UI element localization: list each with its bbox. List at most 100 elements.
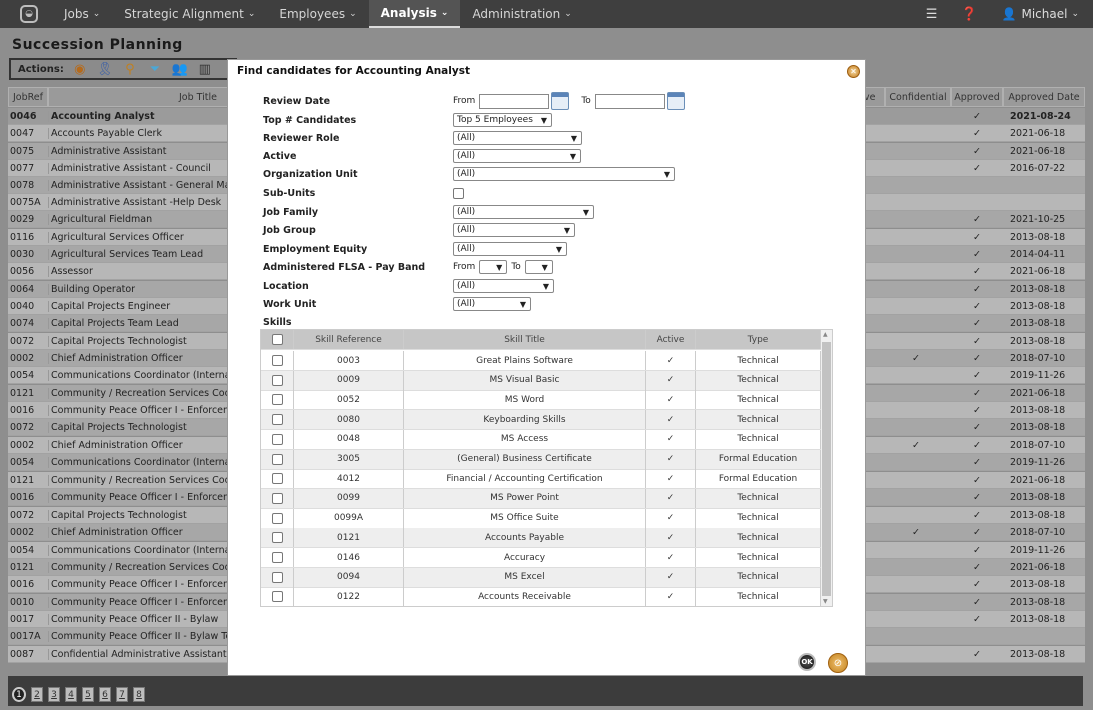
col-header-type[interactable]: Type bbox=[696, 330, 821, 349]
col-header-approved-date[interactable]: Approved Date bbox=[1003, 87, 1085, 107]
skill-checkbox[interactable] bbox=[271, 453, 283, 465]
skill-checkbox[interactable] bbox=[271, 473, 283, 485]
skill-checkbox[interactable] bbox=[271, 355, 283, 366]
page-4-button[interactable]: 4 bbox=[65, 687, 77, 702]
review-date-to-input[interactable] bbox=[594, 93, 665, 109]
skill-row[interactable]: 3005 (General) Business Certificate ✓ Forma… bbox=[261, 449, 822, 470]
user-menu[interactable]: 👤 Michael ⌄ bbox=[1002, 7, 1079, 21]
calendar-icon[interactable] bbox=[666, 92, 685, 110]
page-7-button[interactable]: 7 bbox=[116, 687, 128, 702]
skill-checkbox[interactable] bbox=[271, 433, 283, 445]
skill-row[interactable]: 0009 MS Visual Basic ✓ Technical bbox=[261, 370, 822, 391]
skill-type: Technical bbox=[696, 548, 821, 567]
job-family-select[interactable]: (All) ▼ bbox=[453, 205, 594, 219]
app-logo-icon[interactable]: ◒ bbox=[20, 5, 38, 23]
calendar-icon[interactable] bbox=[551, 92, 570, 110]
skill-reference: 0099 bbox=[294, 488, 404, 508]
col-header-skill-reference[interactable]: Skill Reference bbox=[294, 330, 404, 349]
col-header-jobref[interactable]: JobRef bbox=[8, 87, 48, 107]
location-label: Location bbox=[263, 280, 309, 292]
filter-funnel-icon[interactable]: ⏷ bbox=[147, 61, 163, 77]
skill-checkbox-cell bbox=[261, 587, 294, 606]
nav-administration[interactable]: Administration ⌄ bbox=[460, 0, 583, 28]
skill-checkbox[interactable] bbox=[271, 492, 283, 504]
nav-jobs[interactable]: Jobs ⌄ bbox=[52, 0, 112, 28]
skill-reference: 0009 bbox=[294, 370, 404, 390]
page-2-button[interactable]: 2 bbox=[31, 687, 43, 702]
skill-checkbox[interactable] bbox=[271, 374, 283, 386]
top-candidates-select[interactable]: Top 5 Employees ▼ bbox=[453, 113, 552, 127]
skill-row[interactable]: 0080 Keyboarding Skills ✓ Technical bbox=[261, 410, 822, 431]
job-ref: 0047 bbox=[10, 127, 35, 139]
skill-reference: 0094 bbox=[294, 567, 404, 587]
nav-employees[interactable]: Employees ⌄ bbox=[267, 0, 368, 28]
page-6-button[interactable]: 6 bbox=[99, 687, 111, 702]
sub-units-checkbox[interactable] bbox=[453, 187, 464, 199]
scroll-up-icon[interactable]: ▲ bbox=[823, 331, 828, 338]
scroll-down-icon[interactable]: ▼ bbox=[823, 598, 828, 605]
skill-title: MS Visual Basic bbox=[404, 370, 646, 390]
skill-row[interactable]: 0099 MS Power Point ✓ Technical bbox=[261, 488, 822, 509]
close-icon[interactable]: ✕ bbox=[847, 65, 860, 78]
pay-band-from-select[interactable]: ▼ bbox=[479, 260, 508, 274]
skill-row[interactable]: 0099A MS Office Suite ✓ Technical bbox=[261, 508, 822, 529]
clear-button[interactable]: ⊘ bbox=[828, 653, 848, 673]
skill-reference: 0080 bbox=[294, 410, 404, 430]
help-icon[interactable]: ❓ bbox=[961, 7, 977, 22]
location-select[interactable]: (All) ▼ bbox=[453, 279, 554, 293]
people-group-icon[interactable]: 👥 bbox=[172, 61, 188, 77]
settings-sliders-icon[interactable]: ☰ bbox=[926, 7, 938, 22]
employment-equity-select[interactable]: (All) ▼ bbox=[453, 242, 567, 256]
ok-button[interactable]: OK bbox=[798, 653, 816, 671]
page-8-button[interactable]: 8 bbox=[133, 687, 145, 702]
skills-scrollbar[interactable]: ▲ ▼ bbox=[821, 330, 832, 606]
col-header-active[interactable]: ve bbox=[863, 87, 885, 107]
review-date-from-input[interactable] bbox=[479, 93, 550, 109]
nav-strategic-alignment[interactable]: Strategic Alignment ⌄ bbox=[112, 0, 267, 28]
skill-checkbox[interactable] bbox=[271, 591, 283, 603]
skill-checkbox[interactable] bbox=[271, 394, 283, 406]
reviewer-role-select[interactable]: (All) ▼ bbox=[453, 131, 582, 145]
skill-checkbox[interactable] bbox=[271, 552, 283, 563]
report-chart-icon[interactable]: ▥ bbox=[197, 61, 213, 77]
skill-row[interactable]: 4012 Financial / Accounting Certification… bbox=[261, 469, 822, 490]
work-unit-select[interactable]: (All) ▼ bbox=[453, 297, 531, 311]
skill-row[interactable]: 0052 MS Word ✓ Technical bbox=[261, 390, 822, 411]
employment-equity-label: Employment Equity bbox=[263, 243, 368, 255]
approved-check: ✓ bbox=[973, 544, 981, 556]
skill-row[interactable]: 0122 Accounts Receivable ✓ Technical bbox=[261, 587, 822, 606]
skill-checkbox[interactable] bbox=[271, 414, 283, 426]
view-eye-icon[interactable]: ◉ bbox=[72, 61, 88, 77]
skill-active: ✓ bbox=[646, 587, 696, 606]
skill-title: Great Plains Software bbox=[404, 351, 646, 370]
page-5-button[interactable]: 5 bbox=[82, 687, 94, 702]
scrollbar-thumb[interactable] bbox=[822, 342, 831, 596]
skill-row[interactable]: 0048 MS Access ✓ Technical bbox=[261, 429, 822, 450]
skill-checkbox[interactable] bbox=[271, 571, 283, 583]
col-header-skill-title[interactable]: Skill Title bbox=[404, 330, 646, 349]
page-1-button[interactable]: 1 bbox=[12, 687, 26, 702]
award-ribbon-icon[interactable]: 🎗 bbox=[97, 61, 114, 77]
skill-checkbox[interactable] bbox=[271, 532, 283, 544]
active-select[interactable]: (All) ▼ bbox=[453, 149, 581, 163]
col-header-approved[interactable]: Approved bbox=[951, 87, 1003, 107]
organization-unit-select[interactable]: (All) ▼ bbox=[453, 167, 675, 181]
nav-right: ☰ ❓ 👤 Michael ⌄ bbox=[926, 0, 1093, 28]
actions-toolbar: Actions: ◉ 🎗 ⚲ ⏷ 👥 ▥ bbox=[9, 58, 237, 80]
select-all-skills-checkbox[interactable] bbox=[271, 334, 283, 345]
skill-row[interactable]: 0121 Accounts Payable ✓ Technical bbox=[261, 528, 822, 549]
pay-band-to-select[interactable]: ▼ bbox=[524, 260, 553, 274]
skill-row[interactable]: 0146 Accuracy ✓ Technical bbox=[261, 548, 822, 568]
col-header-confidential[interactable]: Confidential bbox=[885, 87, 951, 107]
page-3-button[interactable]: 3 bbox=[48, 687, 60, 702]
skill-row[interactable]: 0003 Great Plains Software ✓ Technical bbox=[261, 351, 822, 371]
skill-reference: 0048 bbox=[294, 429, 404, 449]
job-ref: 0017A bbox=[10, 630, 41, 642]
col-header-active[interactable]: Active bbox=[646, 330, 696, 349]
job-group-select[interactable]: (All) ▼ bbox=[453, 223, 575, 237]
job-title: Accounts Payable Clerk bbox=[48, 127, 228, 139]
nav-analysis[interactable]: Analysis ⌄ bbox=[368, 0, 461, 28]
skill-checkbox[interactable] bbox=[271, 512, 283, 524]
skill-row[interactable]: 0094 MS Excel ✓ Technical bbox=[261, 567, 822, 588]
magnifier-icon[interactable]: ⚲ bbox=[122, 61, 138, 77]
